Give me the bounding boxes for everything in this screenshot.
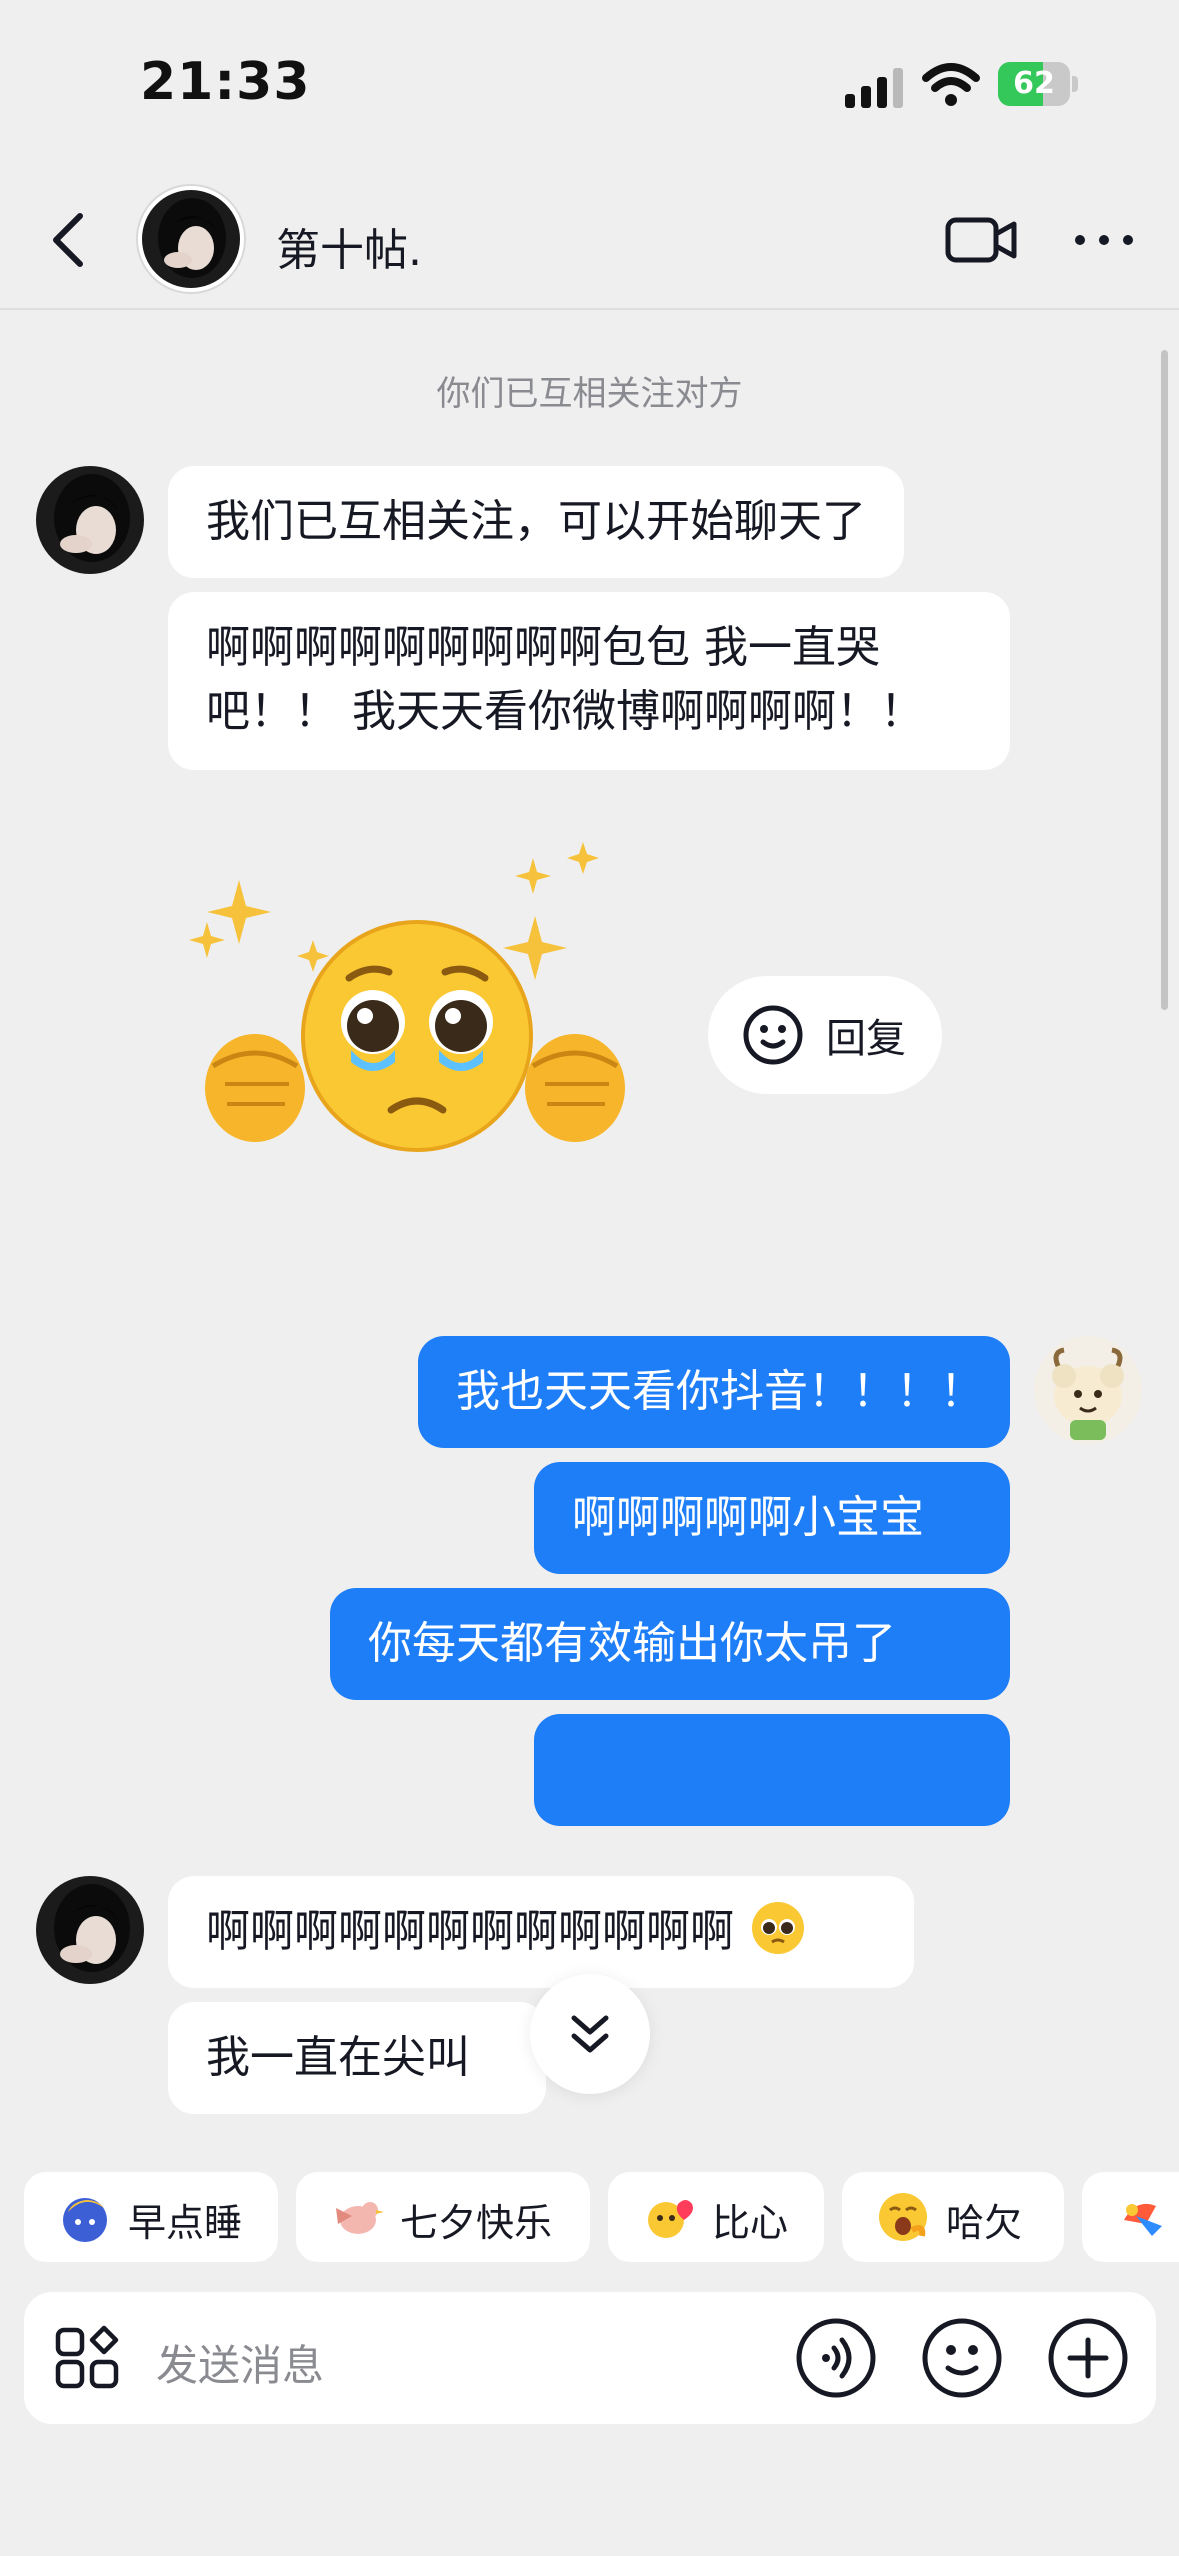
contact-avatar[interactable] — [36, 466, 144, 574]
reply-label: 回复 — [826, 1016, 906, 1062]
double-chevron-down-icon — [571, 2015, 609, 2053]
incoming-message[interactable]: 我一直在尖叫 — [168, 2002, 546, 2114]
reply-button[interactable]: 回复 — [708, 976, 942, 1094]
message-text: 啊啊啊啊啊啊啊啊啊啊啊啊 — [206, 1906, 734, 1957]
sticker-icon — [1124, 2203, 1162, 2236]
outgoing-message[interactable] — [534, 1714, 1010, 1826]
quick-reply-chip[interactable]: 七夕快乐 — [296, 2172, 590, 2262]
incoming-message[interactable]: 啊啊啊啊啊啊啊啊啊包包 我一直哭 吧！！ 我天天看你微博啊啊啊啊！！ — [168, 592, 1010, 770]
wifi-icon — [922, 63, 980, 106]
chip-label: 早点睡 — [128, 2201, 243, 2245]
chip-label: 比心 — [712, 2201, 789, 2245]
contact-name[interactable]: 第十帖. — [276, 214, 422, 278]
apps-grid-icon[interactable] — [54, 2324, 122, 2392]
outgoing-message[interactable]: 我也天天看你抖音！！！！ — [418, 1336, 1010, 1448]
cellular-signal-icon — [845, 68, 903, 108]
chat-header: 第十帖. — [0, 170, 1179, 310]
incoming-message[interactable]: 啊啊啊啊啊啊啊啊啊啊啊啊 — [168, 1876, 914, 1988]
incoming-message[interactable]: 我们已互相关注，可以开始聊天了 — [168, 466, 904, 578]
status-time: 21:33 — [140, 52, 311, 112]
battery-indicator: 62 — [998, 62, 1078, 106]
contact-avatar[interactable] — [36, 1876, 144, 1984]
quick-reply-chip[interactable]: 哈欠 — [842, 2172, 1064, 2262]
pleading-face-emoji — [752, 1902, 804, 1954]
yawning-face-icon — [879, 2193, 927, 2241]
smile-face-icon — [743, 1005, 803, 1065]
my-avatar[interactable] — [1034, 1336, 1142, 1444]
more-icon[interactable] — [1066, 210, 1142, 270]
back-arrow-icon[interactable] — [40, 208, 104, 272]
voice-message-icon[interactable] — [794, 2316, 878, 2400]
pleading-face-sticker[interactable] — [185, 840, 645, 1160]
chip-label: 哈欠 — [946, 2201, 1023, 2245]
add-icon[interactable] — [1046, 2316, 1130, 2400]
moon-sleep-icon — [63, 2198, 107, 2242]
outgoing-message[interactable]: 你每天都有效输出你太吊了 — [330, 1588, 1010, 1700]
message-input[interactable]: 发送消息 — [156, 2332, 324, 2393]
scrollbar[interactable] — [1161, 350, 1168, 1010]
emoji-icon[interactable] — [920, 2316, 1004, 2400]
magpie-bird-icon — [336, 2202, 384, 2234]
message-line: 吧！！ 我天天看你微博啊啊啊啊！！ — [206, 686, 924, 737]
heart-gesture-icon — [648, 2200, 693, 2238]
video-call-icon[interactable] — [944, 210, 1020, 270]
status-bar: 21:33 62 — [0, 0, 1179, 170]
quick-reply-chip[interactable]: 早点睡 — [24, 2172, 278, 2262]
outgoing-message[interactable]: 啊啊啊啊啊小宝宝 — [534, 1462, 1010, 1574]
battery-level-text: 62 — [1013, 66, 1055, 101]
quick-reply-chip[interactable] — [1082, 2172, 1179, 2262]
message-input-bar: 发送消息 — [24, 2292, 1156, 2424]
quick-reply-chip[interactable]: 比心 — [608, 2172, 824, 2262]
scroll-to-bottom-button[interactable] — [530, 1974, 650, 2094]
contact-avatar[interactable] — [138, 186, 244, 292]
message-line: 啊啊啊啊啊啊啊啊啊包包 我一直哭 — [206, 622, 880, 673]
system-note: 你们已互相关注对方 — [436, 374, 743, 414]
quick-reply-bar: 早点睡 七夕快乐 比心 哈欠 — [0, 2172, 1179, 2262]
chip-label: 七夕快乐 — [400, 2201, 553, 2245]
